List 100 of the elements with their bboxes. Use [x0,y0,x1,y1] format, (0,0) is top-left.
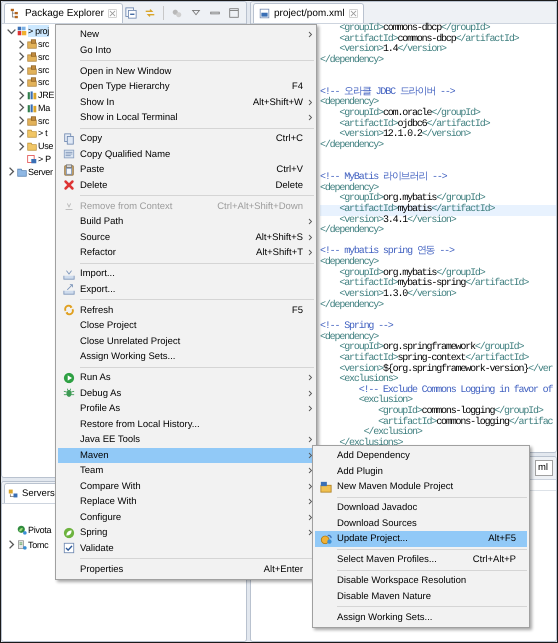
leaf-icon [63,526,75,539]
code-line: <artifactId>commons-dbcp</artifactId> [338,34,520,45]
menu-item[interactable]: New [58,27,314,42]
tree-item[interactable]: Ma [38,102,50,114]
update-icon [320,532,332,545]
tree-item[interactable]: src [38,76,50,88]
close-icon[interactable] [348,9,358,18]
tree-item[interactable]: JRE [38,89,54,102]
menu-item[interactable]: Refresh F5 [58,302,314,318]
project-file-icon [27,154,37,164]
menu-item[interactable]: Export... [58,282,314,297]
menu-item[interactable]: Go Into [58,42,314,58]
code-line: </dependency> [320,300,384,312]
tree-item[interactable]: src [38,38,50,50]
tree-item[interactable]: src [38,114,50,127]
menu-item[interactable]: Import... [58,266,314,282]
code-line: <!-- MyBatis 라이브러리 --> [320,172,448,183]
collapse-all-icon[interactable] [125,7,137,19]
menu-item[interactable]: Maven [58,448,314,463]
copy-name-icon [63,148,75,160]
menu-item[interactable]: Build Path [58,214,314,230]
menu-item[interactable]: Download Javadoc [315,500,527,516]
tree-item[interactable]: Pivota [28,524,52,536]
tree-item[interactable]: src [38,50,50,63]
tree-item[interactable]: src [38,64,50,76]
menu-item[interactable]: Compare With [58,478,314,494]
code-line: <version>3.4.1</version> [339,216,458,226]
tree-item[interactable]: Server [28,166,53,178]
menu-item[interactable]: Download Sources [315,516,527,531]
tree-item[interactable]: > P [38,152,51,165]
package-icon [10,8,21,19]
close-icon[interactable] [108,9,117,18]
menu-item[interactable]: Open in New Window [58,64,314,79]
code-line: <artifactId>commons-logging</artifac [378,418,554,428]
code-line: <version>${org.springframework-version}</ver [338,364,554,374]
menu-item[interactable]: Restore from Local History... [58,416,314,432]
code-line: </exclusions> [338,438,404,450]
module-icon [320,480,332,493]
menu-item[interactable]: Replace With [58,494,314,510]
menu-item[interactable]: Properties Alt+Enter [58,562,314,577]
code-line: </dependency> [320,141,384,152]
tree-item[interactable]: > t [38,127,48,140]
code-line: <artifactId>mybatis-spring</artifactId> [338,279,530,290]
menu-item[interactable]: Java EE Tools [58,432,314,448]
code-line: <artifactId>ojdbc6</artifactId> [338,120,491,130]
menu-item[interactable]: Disable Workspace Resolution [315,573,527,588]
code-line: <dependency> [320,258,379,268]
menu-item[interactable]: Delete Delete [58,178,314,193]
menu-item[interactable]: Show in Local Terminal [58,110,314,126]
code-line: <groupId>org.mybatis</groupId> [339,194,486,204]
maximize-icon[interactable] [228,7,240,19]
menu-item[interactable]: Profile As [58,401,314,416]
menu-item[interactable]: Debug As [58,386,314,401]
import-icon [63,268,75,280]
code-line: <version>1.3.0</version> [339,290,458,300]
menu-item[interactable]: Assign Working Sets... [315,610,527,625]
package-folder-icon [27,77,37,88]
code-line: <version>12.1.0.2</version> [339,130,472,140]
xml-file-icon [259,8,270,19]
menu-item[interactable]: Refactor Alt+Shift+T [58,245,314,260]
menu-item[interactable]: Close Project [58,318,314,334]
menu-item[interactable]: Copy Qualified Name [58,146,314,162]
code-line: <groupId>commons-logging</groupId> [377,407,544,418]
code-line: <!-- Exclude Commons Logging in favor of [358,386,554,396]
menu-item[interactable]: Close Unrelated Project [58,334,314,349]
server-icon [17,540,27,550]
menu-item[interactable]: Copy Ctrl+C [58,131,314,146]
menu-item[interactable]: Add Plugin [315,464,527,479]
tree-item[interactable]: Use [38,140,54,152]
menu-item[interactable]: Source Alt+Shift+S [58,230,314,245]
menu-item[interactable]: Team [58,463,314,478]
code-line: <groupId>org.mybatis</groupId> [339,268,486,279]
menu-item[interactable]: Select Maven Profiles... Ctrl+Alt+P [315,552,527,568]
menu-item[interactable]: Run As [58,370,314,386]
text-field[interactable]: ml [535,460,553,476]
menu-item[interactable]: Configure [58,510,314,525]
folder-icon [27,128,37,138]
code-line: <version>1.4</version> [339,45,448,56]
menu-item[interactable]: Show In Alt+Shift+W [58,94,314,110]
tree-item[interactable]: Tomc [28,538,48,550]
menu-item[interactable]: Update Project... Alt+F5 [315,531,527,546]
menu-item[interactable]: Disable Maven Nature [315,588,527,604]
code-line: <artifactId>spring-context</artifactId> [338,354,529,364]
code-line: <exclusions> [338,375,398,386]
tree-item[interactable]: > proj [28,25,49,38]
refresh-icon [63,304,75,316]
menu-item[interactable]: Open Type Hierarchy F4 [58,79,314,94]
code-line: <dependency> [320,332,379,343]
menu-item[interactable]: Validate [58,540,314,556]
menu-item[interactable]: Assign Working Sets... [58,349,314,364]
menu-item[interactable]: Add Dependency [315,448,527,464]
menu-item[interactable]: Spring [58,525,314,540]
menu-item[interactable]: Paste Ctrl+V [58,162,314,178]
package-folder-icon [27,64,37,75]
menu-item[interactable]: New Maven Module Project [315,479,527,494]
code-line: <groupId>org.springframework</groupId> [339,343,524,354]
code-line: <!-- Spring --> [320,322,394,332]
code-line: <groupId>commons-dbcp</groupId> [338,24,490,34]
package-folder-icon [27,39,37,50]
code-line: <exclusion> [358,396,412,406]
